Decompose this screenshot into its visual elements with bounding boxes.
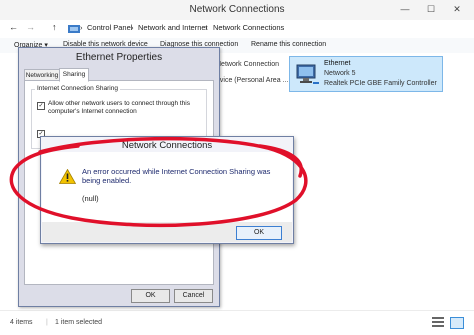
annotation-stroke xyxy=(9,136,308,228)
annotation-ellipse xyxy=(9,136,308,228)
tab-sharing[interactable]: Sharing xyxy=(59,68,89,82)
